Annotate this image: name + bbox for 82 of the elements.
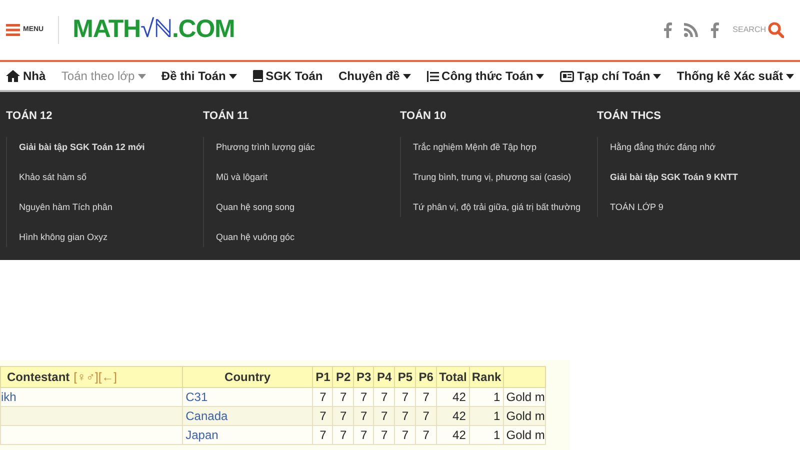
country-link[interactable]: Japan: [186, 428, 218, 442]
nav-link[interactable]: SGK Toán: [252, 67, 323, 85]
table-cell: Gold m: [506, 409, 545, 423]
table-cell: Gold m: [506, 428, 545, 442]
table-cell: 7: [422, 390, 430, 404]
country-link[interactable]: C31: [186, 390, 208, 404]
table-cell: 7: [340, 428, 347, 442]
table-cell: 7: [402, 390, 409, 404]
table-cell: 7: [320, 390, 326, 404]
caret-icon: [786, 74, 794, 78]
table-cell: 7: [380, 428, 388, 442]
caret-icon: [536, 74, 544, 78]
table-cell: 7: [320, 409, 326, 423]
column-header[interactable]: Country: [182, 366, 313, 388]
menu-link[interactable]: Nguyên hàm Tích phân: [19, 200, 112, 212]
column-header[interactable]: P1: [312, 366, 333, 388]
menu-link[interactable]: Trắc nghiệm Mệnh đề Tập hợp: [413, 140, 536, 152]
table-cell: 1: [494, 390, 500, 404]
table-cell: 42: [452, 390, 466, 404]
table-cell: 7: [340, 409, 347, 423]
table-cell: Gold m: [506, 390, 545, 404]
caret-icon: [228, 74, 237, 78]
contestant-link[interactable]: ikh: [1, 390, 16, 404]
table-cell: 42: [452, 409, 466, 423]
menu-heading: TOÁN 11: [203, 108, 249, 124]
facebook-icon[interactable]: [710, 22, 719, 38]
menu-link[interactable]: Giải bài tập SGK Toán 9 KNTT: [610, 170, 738, 182]
menu-heading: TOÁN THCS: [597, 108, 661, 124]
caret-icon: [138, 74, 146, 78]
table-cell: 7: [380, 409, 388, 423]
caret-icon: [402, 74, 411, 78]
list-icon: [426, 70, 439, 82]
menu-heading: TOÁN 10: [400, 108, 446, 124]
table-cell: 7: [360, 409, 368, 423]
nav-link[interactable]: Chuyên đề: [338, 67, 411, 85]
menu-link[interactable]: Trung bình, trung vị, phương sai (casio): [413, 170, 572, 182]
table-cell: 7: [360, 428, 368, 442]
nav-link[interactable]: Công thức Toán: [426, 67, 544, 85]
menu-link[interactable]: Tứ phân vị, độ trải giữa, giá trị bất thường: [413, 200, 581, 212]
column-header[interactable]: P3: [354, 366, 374, 388]
column-header[interactable]: Total: [436, 366, 470, 388]
menu-link[interactable]: Quan hệ song song: [216, 200, 295, 212]
nav-link[interactable]: Nhà: [6, 67, 46, 85]
table-cell: 7: [402, 409, 409, 423]
table-cell: 7: [422, 428, 430, 442]
menu-heading: TOÁN 12: [6, 108, 52, 124]
menu-link[interactable]: Mũ và lôgarit: [216, 170, 268, 182]
caret-icon: [653, 74, 662, 78]
home-icon: [6, 70, 20, 82]
table-cell: 7: [422, 409, 430, 423]
nav-link[interactable]: Thống kê Xác suất: [676, 67, 794, 85]
newspaper-icon: [560, 70, 574, 82]
table-cell: 1: [494, 428, 500, 442]
nav-link[interactable]: Tạp chí Toán: [560, 67, 662, 85]
menu-link[interactable]: Giải bài tập SGK Toán 12 mới: [19, 140, 145, 152]
table-cell: 7: [402, 428, 409, 442]
menu-link[interactable]: Quan hệ vuông góc: [216, 230, 295, 242]
menu-link[interactable]: TOÁN LỚP 9: [610, 200, 664, 212]
nav-link[interactable]: Toán theo lớp: [61, 67, 146, 85]
column-header[interactable]: P2: [332, 366, 354, 388]
column-header[interactable]: Rank: [469, 366, 504, 388]
table-cell: 42: [452, 428, 466, 442]
table-cell: 7: [380, 390, 388, 404]
table-cell: 7: [340, 390, 347, 404]
nav-link[interactable]: Đề thi Toán: [161, 67, 237, 85]
search-icon: [768, 22, 784, 38]
column-header: Contestant [♀♂][←]: [0, 366, 182, 388]
table-cell: 7: [360, 390, 368, 404]
column-header[interactable]: P5: [394, 366, 416, 388]
column-header[interactable]: P6: [416, 366, 437, 388]
facebook-icon[interactable]: [662, 22, 672, 38]
book-icon: [252, 70, 263, 82]
site-logo[interactable]: MATH√ℕ.COM: [72, 11, 235, 49]
column-header[interactable]: P4: [374, 366, 395, 388]
rss-icon[interactable]: [684, 23, 698, 37]
table-cell: 1: [494, 409, 500, 423]
menu-link[interactable]: Khảo sát hàm số: [19, 170, 87, 182]
menu-link[interactable]: Hằng đẳng thức đáng nhớ: [610, 140, 716, 152]
table-cell: 7: [320, 428, 326, 442]
menu-icon: [6, 24, 20, 36]
menu-link[interactable]: Hình không gian Oxyz: [19, 230, 108, 242]
menu-link[interactable]: Phương trình lượng giác: [216, 140, 315, 152]
